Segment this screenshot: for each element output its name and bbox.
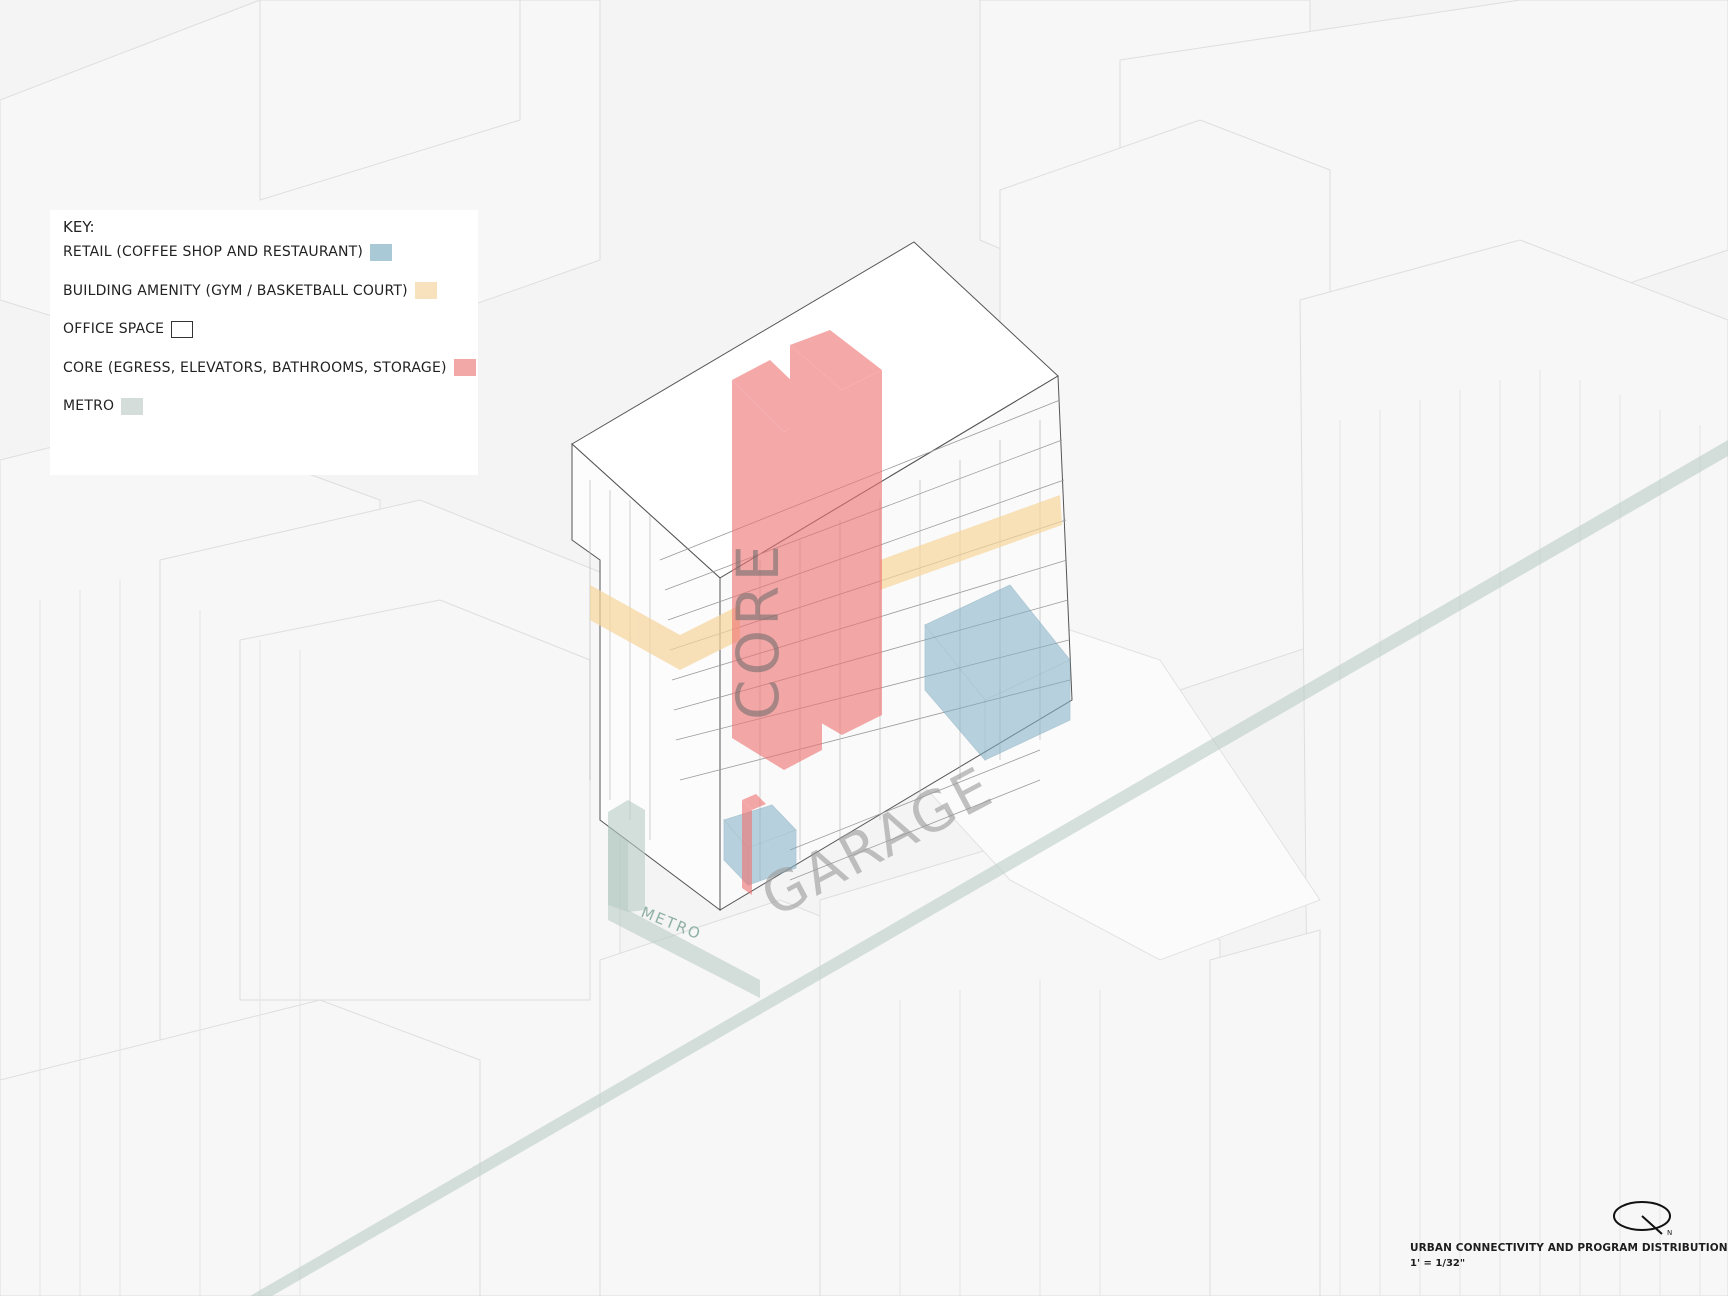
metro-shaft <box>608 800 645 912</box>
north-label: N <box>1667 1229 1673 1237</box>
isometric-axonometric-drawing: CORE GARAGE METRO <box>0 0 1728 1296</box>
key-item-amenity: BUILDING AMENITY (GYM / BASKETBALL COURT… <box>63 281 476 301</box>
metro-swatch <box>121 397 144 415</box>
key-item-metro: METRO <box>63 396 476 416</box>
drawing-scale: 1' = 1/32" <box>1410 1258 1466 1269</box>
key-item-label: OFFICE SPACE <box>63 321 165 337</box>
core-swatch <box>453 359 476 376</box>
office-swatch <box>171 320 194 338</box>
key-item-label: METRO <box>63 398 115 414</box>
key-item-retail: RETAIL (COFFEE SHOP AND RESTAURANT) <box>63 242 476 262</box>
key-item-core: CORE (EGRESS, ELEVATORS, BATHROOMS, STOR… <box>63 358 476 378</box>
core-label: CORE <box>724 541 792 720</box>
key-item-label: RETAIL (COFFEE SHOP AND RESTAURANT) <box>63 244 364 260</box>
retail-swatch <box>370 243 393 261</box>
key-item-office: OFFICE SPACE <box>63 319 476 339</box>
key-legend: KEY: RETAIL (COFFEE SHOP AND RESTAURANT)… <box>50 210 478 475</box>
key-item-label: BUILDING AMENITY (GYM / BASKETBALL COURT… <box>63 282 408 299</box>
key-item-label: CORE (EGRESS, ELEVATORS, BATHROOMS, STOR… <box>63 359 447 376</box>
drawing-title: URBAN CONNECTIVITY AND PROGRAM DISTRIBUT… <box>1410 1242 1728 1254</box>
amenity-swatch <box>414 282 437 299</box>
key-title: KEY: <box>63 218 95 236</box>
key-list: RETAIL (COFFEE SHOP AND RESTAURANT) BUIL… <box>63 242 476 435</box>
